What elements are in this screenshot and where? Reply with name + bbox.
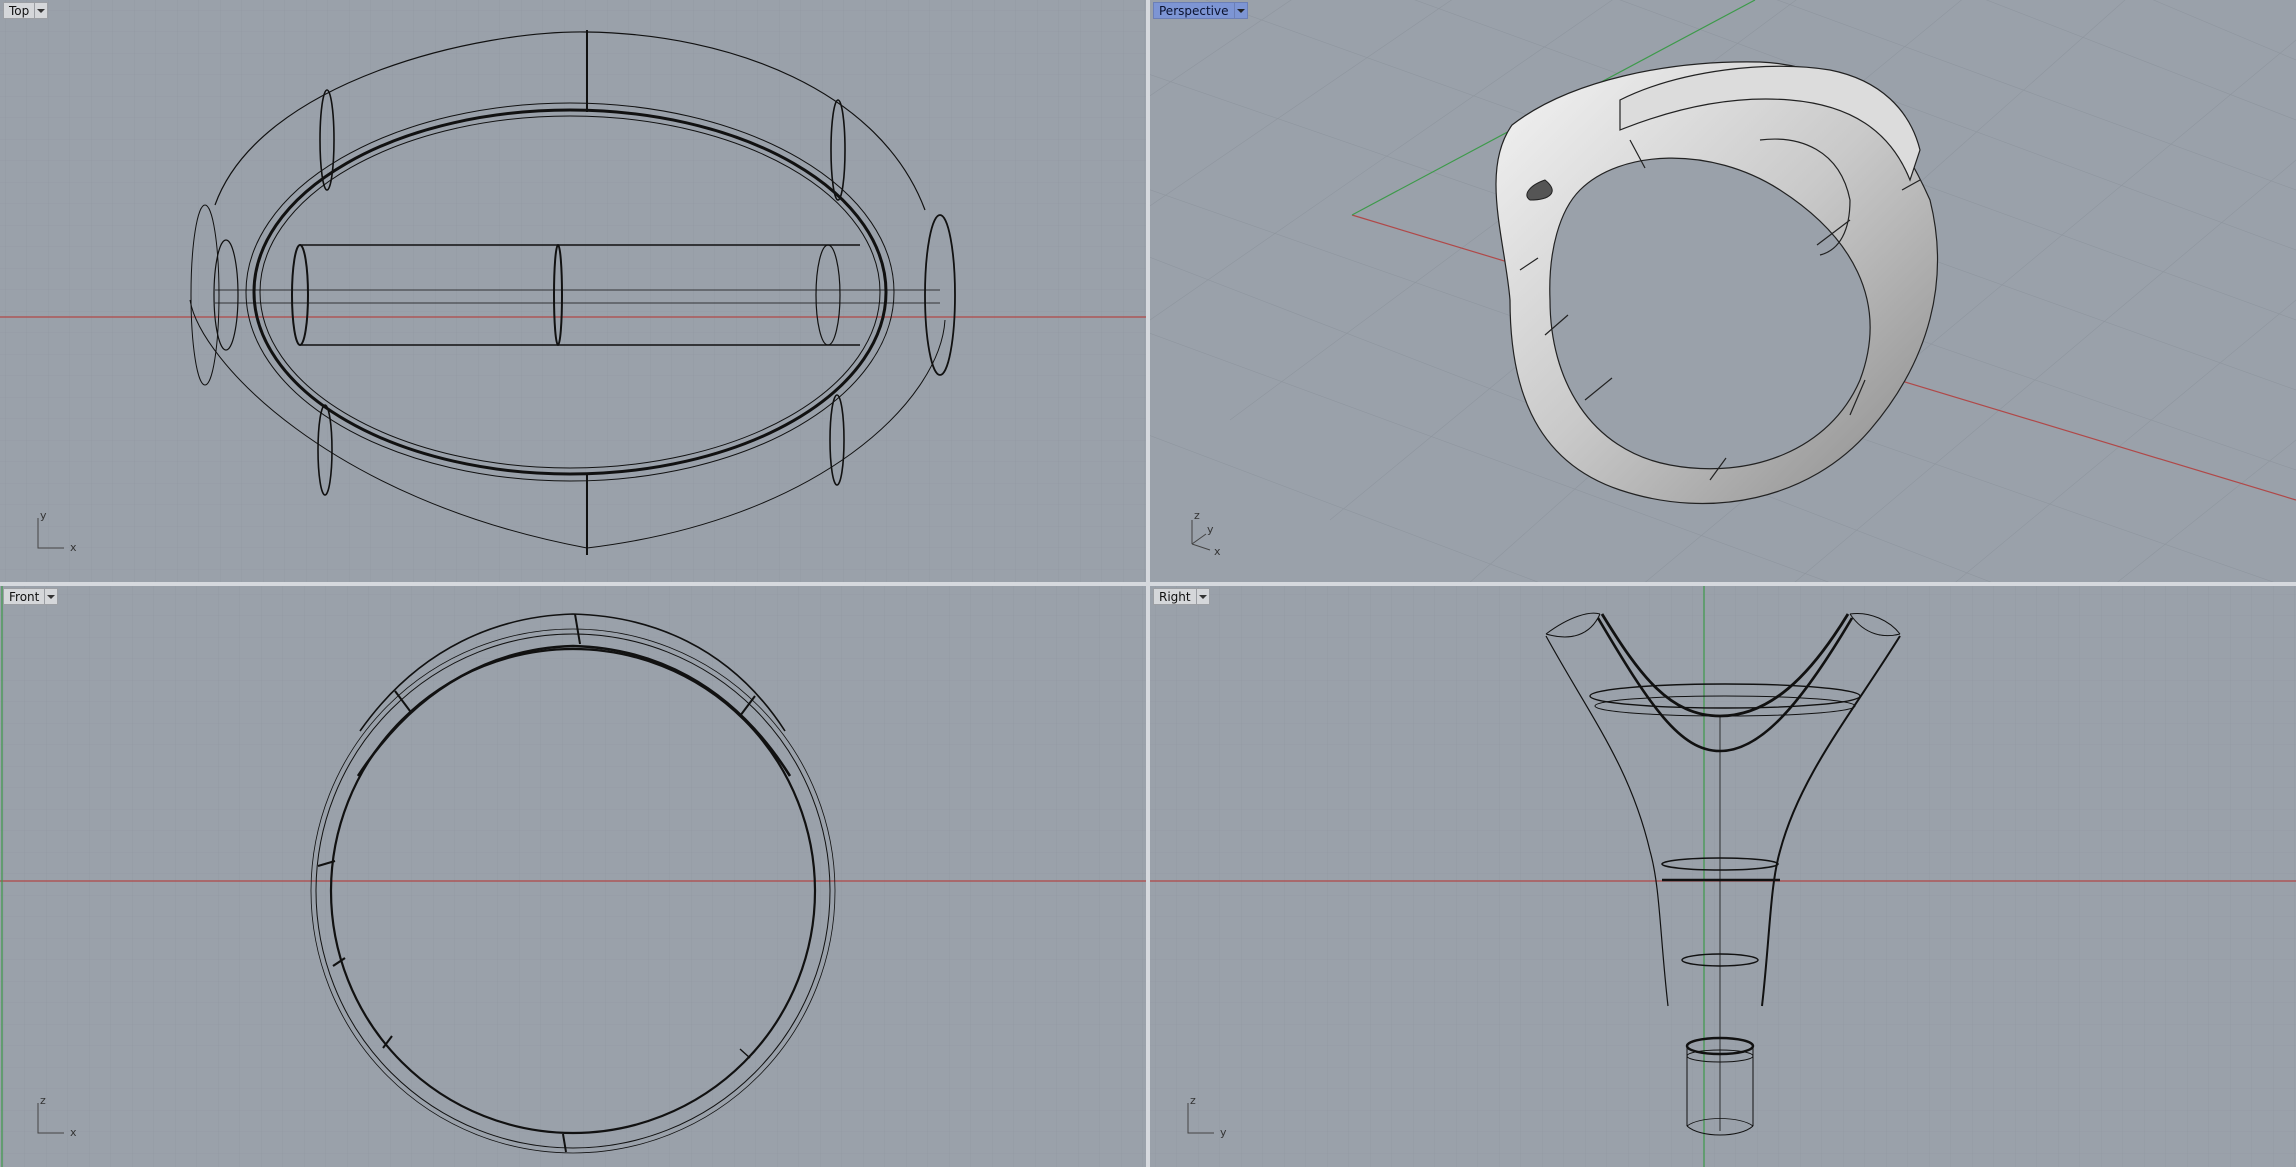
chevron-down-icon[interactable]: [1196, 588, 1210, 605]
ring-shaded: [1495, 61, 1939, 505]
axis-label-v: z: [40, 1094, 46, 1107]
axis-gizmo: z y: [1180, 1095, 1240, 1145]
chevron-down-icon[interactable]: [45, 588, 59, 605]
axis-label-y: y: [1207, 523, 1214, 536]
grid: [0, 0, 1146, 582]
axis-gizmo: y x: [30, 510, 90, 560]
viewport-title-top[interactable]: Top: [3, 2, 49, 19]
axis-label-z: z: [1194, 509, 1200, 522]
viewport-title-label[interactable]: Top: [3, 2, 36, 19]
grid: [1150, 586, 2296, 1167]
chevron-down-icon[interactable]: [35, 2, 49, 19]
viewport-title-right[interactable]: Right: [1153, 588, 1210, 605]
viewport-title-front[interactable]: Front: [3, 588, 59, 605]
axis-gizmo-lines: [37, 1103, 64, 1134]
axis-label-h: x: [70, 1126, 77, 1139]
viewport-title-label[interactable]: Right: [1153, 588, 1197, 605]
perspective-view-canvas[interactable]: [1150, 0, 2296, 582]
axis-gizmo-lines: [1187, 1103, 1214, 1134]
axis-gizmo: z x: [30, 1095, 90, 1145]
viewport-title-label[interactable]: Perspective: [1153, 2, 1235, 19]
chevron-down-icon[interactable]: [1234, 2, 1248, 19]
axis-gizmo: z y x: [1180, 510, 1240, 560]
viewport-title-label[interactable]: Front: [3, 588, 46, 605]
top-view-canvas[interactable]: [0, 0, 1146, 582]
viewport-top[interactable]: Top y x: [0, 0, 1146, 582]
viewport-front[interactable]: Front z x: [0, 586, 1146, 1167]
axis-gizmo-lines: [37, 518, 64, 549]
viewport-perspective[interactable]: Perspective z y x: [1150, 0, 2296, 582]
rhino-four-viewports: Top y x Perspective z y x Front z x Righ…: [0, 0, 2296, 1167]
right-view-canvas[interactable]: [1150, 586, 2296, 1167]
grid: [0, 586, 1146, 1167]
viewport-right[interactable]: Right z y: [1150, 586, 2296, 1167]
axis-label-h: y: [1220, 1126, 1227, 1139]
axis-label-v: y: [40, 509, 47, 522]
axis-label-x: x: [1214, 545, 1221, 558]
viewport-title-perspective[interactable]: Perspective: [1153, 2, 1248, 19]
axis-label-v: z: [1190, 1094, 1196, 1107]
front-view-canvas[interactable]: [0, 586, 1146, 1167]
axis-label-h: x: [70, 541, 77, 554]
